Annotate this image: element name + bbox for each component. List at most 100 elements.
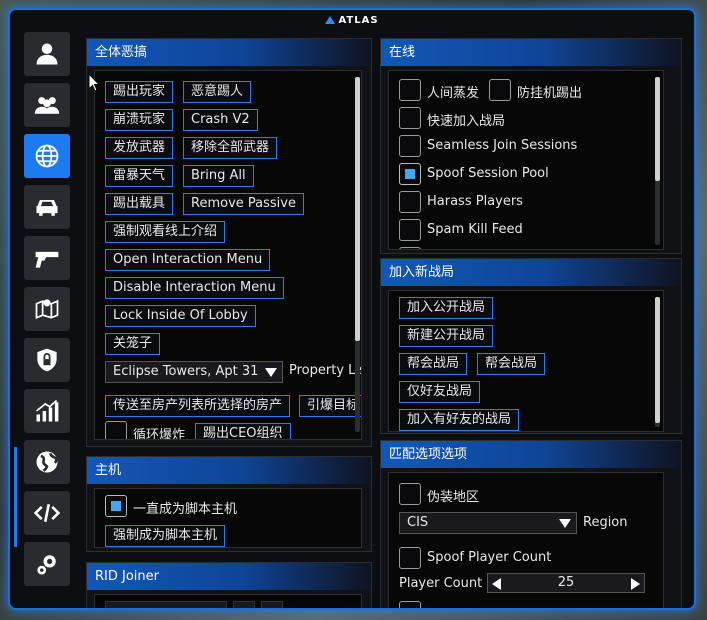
host-panel: 主机 一直成为脚本主机 强制成为脚本主机	[86, 456, 372, 552]
online-scrollbar[interactable]	[655, 77, 660, 245]
matchmaking-title: 匹配选项选项	[381, 441, 681, 468]
close-cage-button[interactable]: 关笼子	[105, 333, 161, 355]
map-pin-icon	[35, 299, 59, 320]
harass-players-checkbox[interactable]	[399, 191, 421, 213]
online-next-checkbox[interactable]	[399, 247, 421, 249]
spam-kill-feed-label: Spam Kill Feed	[427, 222, 523, 237]
sidebar-item-vehicle[interactable]	[24, 185, 70, 229]
remove-passive-button[interactable]: Remove Passive	[183, 193, 304, 215]
spoof-session-pool-checkbox[interactable]	[399, 163, 421, 185]
spoof-player-count-label: Spoof Player Count	[427, 550, 552, 565]
crew-session-button-2[interactable]: 帮会战局	[477, 353, 546, 375]
force-watch-intro-button[interactable]: 强制观看线上介绍	[105, 221, 226, 243]
player-count-label: Player Count	[399, 576, 483, 591]
online-scroll-thumb[interactable]	[655, 77, 660, 181]
person-icon	[36, 43, 58, 65]
player-count-stepper[interactable]: 25	[487, 573, 645, 593]
join-session-scrollbar[interactable]	[655, 297, 660, 427]
lock-inside-lobby-button[interactable]: Lock Inside Of Lobby	[105, 305, 256, 327]
spam-kill-feed-checkbox[interactable]	[399, 219, 421, 241]
join-public-button[interactable]: 加入公开战局	[399, 297, 494, 319]
earth-icon	[36, 451, 58, 473]
property-select[interactable]: Eclipse Towers, Apt 31	[105, 361, 283, 383]
sidebar-item-players[interactable]	[24, 83, 70, 127]
thunder-weather-button[interactable]: 雷暴天气	[105, 165, 174, 187]
chart-icon	[35, 399, 59, 422]
friends-only-button[interactable]: 仅好友战局	[399, 381, 481, 403]
spoof-player-count-checkbox[interactable]	[399, 547, 421, 569]
crew-session-button-1[interactable]: 帮会战局	[399, 353, 468, 375]
rid-joiner-title: RID Joiner	[87, 563, 371, 590]
kick-vehicle-button[interactable]: 踢出载具	[105, 193, 174, 215]
seamless-join-label: Seamless Join Sessions	[427, 138, 578, 153]
region-select-value: CIS	[407, 515, 429, 530]
give-weapons-button[interactable]: 发放武器	[105, 137, 174, 159]
seamless-join-checkbox[interactable]	[399, 135, 421, 157]
open-interaction-menu-button[interactable]: Open Interaction Menu	[105, 249, 271, 271]
kick-ceo-button[interactable]: 踢出CEO组织	[195, 423, 291, 439]
remove-all-weapons-button[interactable]: 移除全部武器	[183, 137, 278, 159]
property-select-value: Eclipse Towers, Apt 31	[113, 364, 259, 379]
always-script-host-checkbox[interactable]	[105, 495, 127, 517]
sidebar-item-network[interactable]	[24, 134, 70, 178]
region-select-label: Region	[583, 515, 628, 530]
teleport-property-button[interactable]: 传送至房产列表所选择的房产	[105, 395, 291, 417]
join-session-title: 加入新战局	[381, 259, 681, 286]
crash-v2-button[interactable]: Crash V2	[183, 109, 258, 131]
malicious-kick-button[interactable]: 恶意踢人	[183, 81, 252, 103]
anti-afk-kick-checkbox[interactable]	[489, 79, 511, 101]
rid-join-button[interactable]	[261, 601, 283, 608]
sidebar-item-self[interactable]	[24, 32, 70, 76]
troll-all-title: 全体恶搞	[87, 39, 371, 66]
globe-network-icon	[35, 144, 59, 168]
matchmaking-next-checkbox[interactable]	[399, 601, 421, 608]
new-public-button[interactable]: 新建公开战局	[399, 325, 494, 347]
join-with-friends-button[interactable]: 加入有好友的战局	[399, 409, 520, 431]
sidebar-accent	[14, 447, 17, 547]
rid-action-button[interactable]	[233, 601, 255, 608]
troll-all-panel: 全体恶搞 踢出玩家 恶意踢人 崩溃玩家 Crash V2 发放武器 移除全部武器…	[86, 38, 372, 447]
gears-icon	[37, 555, 56, 575]
sidebar-item-world[interactable]	[24, 440, 70, 484]
title-bar: ATLAS	[10, 10, 694, 30]
crash-players-button[interactable]: 崩溃玩家	[105, 109, 174, 131]
matchmaking-body: 伪装地区 CIS Region Spoof Player Count Playe…	[388, 472, 664, 608]
rid-input[interactable]	[105, 601, 227, 608]
join-session-panel: 加入新战局 加入公开战局 新建公开战局 帮会战局 帮会战局 仅好友战局 加入有好…	[380, 258, 682, 434]
sidebar-item-teleport[interactable]	[24, 287, 70, 331]
spoof-region-label: 伪装地区	[427, 490, 480, 505]
sidebar-item-weapons[interactable]	[24, 236, 70, 280]
troll-all-scroll-thumb[interactable]	[355, 77, 360, 341]
sidebar-item-stats[interactable]	[24, 389, 70, 433]
sidebar-item-protection[interactable]	[24, 338, 70, 382]
spoof-session-pool-label: Spoof Session Pool	[427, 166, 549, 181]
loop-explode-label: 循环爆炸	[133, 428, 186, 440]
sidebar-item-settings[interactable]	[24, 542, 70, 586]
bring-all-button[interactable]: Bring All	[183, 165, 254, 187]
harass-players-label: Harass Players	[427, 194, 523, 209]
disable-interaction-menu-button[interactable]: Disable Interaction Menu	[105, 277, 284, 299]
increment-arrow-icon[interactable]	[631, 578, 640, 590]
region-select[interactable]: CIS	[399, 512, 577, 534]
group-icon	[34, 97, 60, 114]
force-script-host-button[interactable]: 强制成为脚本主机	[105, 525, 226, 547]
player-count-value: 25	[557, 575, 575, 590]
human-evaporation-checkbox[interactable]	[399, 79, 421, 101]
kick-players-button[interactable]: 踢出玩家	[105, 81, 174, 103]
property-select-label: Property List	[289, 363, 361, 378]
troll-all-body: 踢出玩家 恶意踢人 崩溃玩家 Crash V2 发放武器 移除全部武器 雷暴天气…	[94, 70, 362, 440]
rid-joiner-body	[94, 594, 362, 608]
troll-all-scrollbar[interactable]	[355, 77, 360, 432]
host-title: 主机	[87, 457, 371, 484]
sidebar-item-scripts[interactable]	[24, 491, 70, 535]
shield-lock-icon	[37, 348, 57, 372]
main-window: ATLAS 全体恶搞 踢出玩家 恶意踢人 崩溃玩家 Crash V2 发放武器 …	[8, 8, 696, 610]
matchmaking-panel: 匹配选项选项 伪装地区 CIS Region Spoof Player Coun…	[380, 440, 682, 608]
atlas-logo-icon	[325, 16, 336, 24]
quick-join-checkbox[interactable]	[399, 107, 421, 129]
quick-join-label: 快速加入战局	[427, 114, 506, 129]
explode-target-button[interactable]: 引爆目标	[299, 395, 361, 417]
join-session-scroll-thumb[interactable]	[655, 297, 660, 423]
spoof-region-checkbox[interactable]	[399, 483, 421, 505]
loop-explode-checkbox[interactable]	[105, 421, 127, 439]
